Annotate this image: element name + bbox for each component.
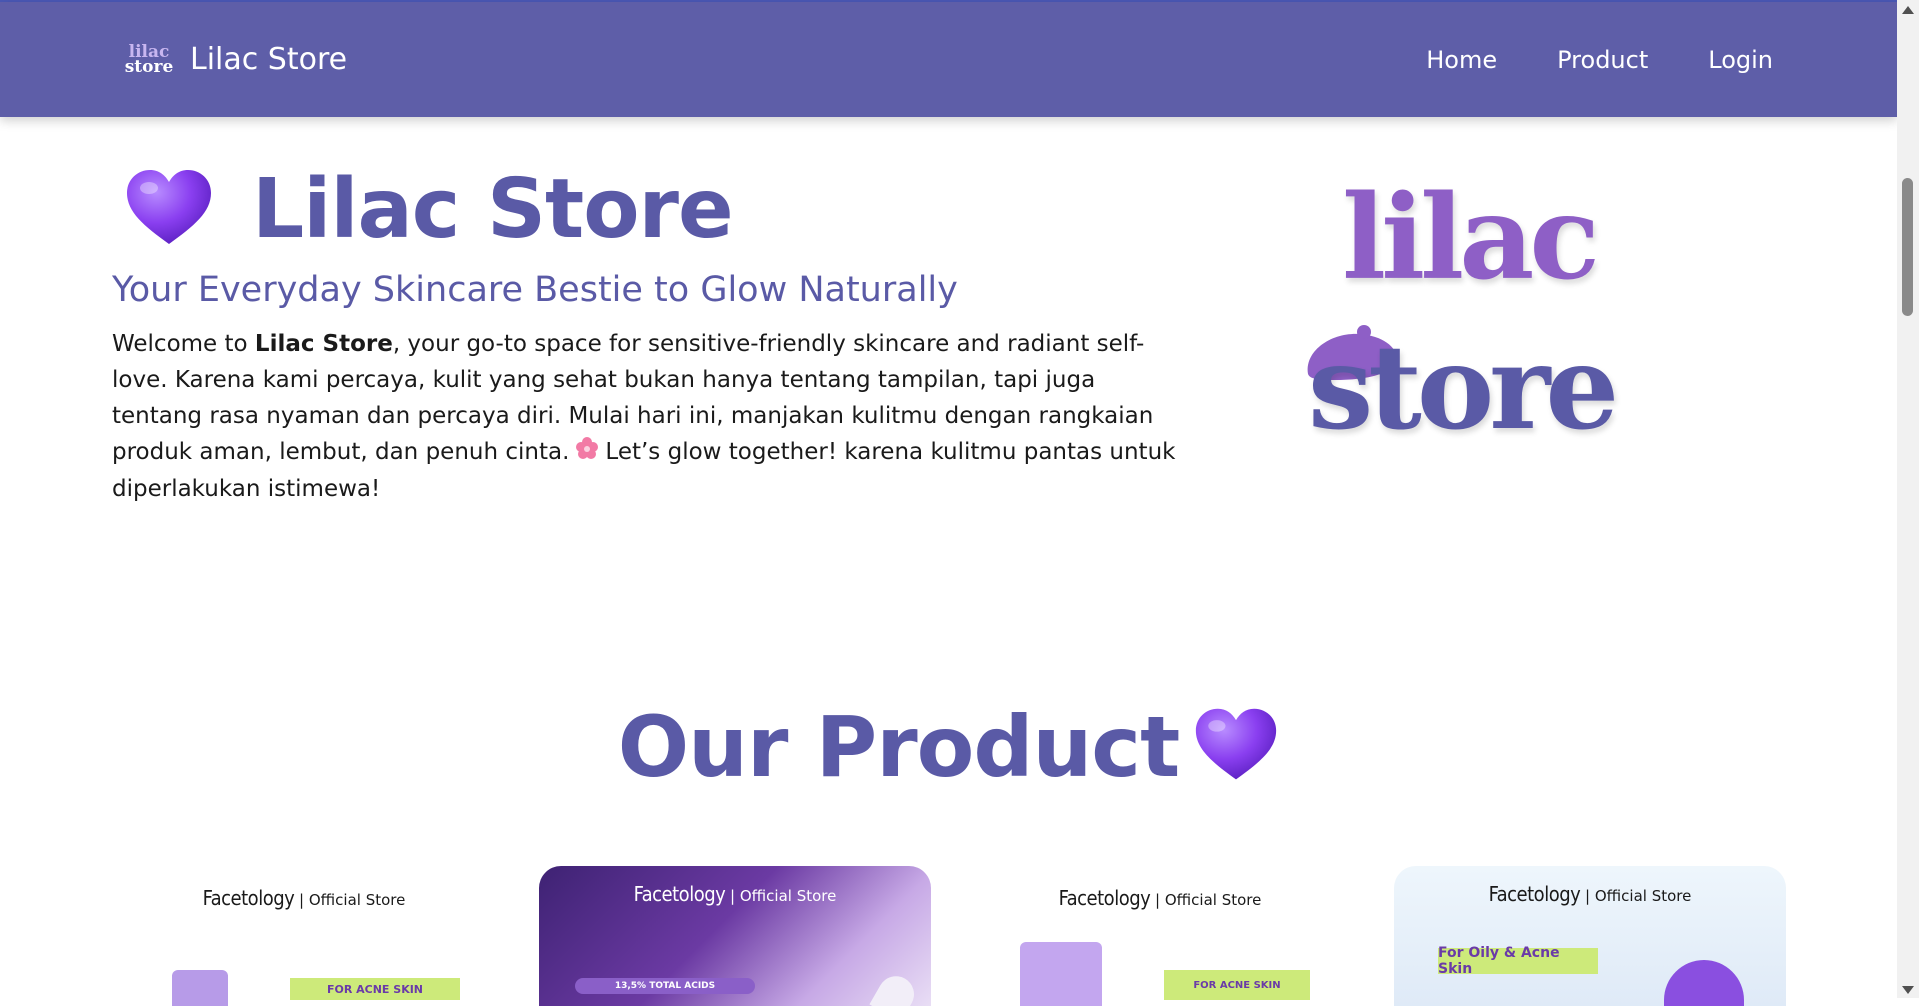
- nav-links: Home Product Login: [1366, 2, 1773, 117]
- product-card[interactable]: Facetology | Official Store FOR ACNE SKI…: [108, 866, 500, 1006]
- hero-logo: lilac store: [1288, 180, 1688, 460]
- navbar-brand[interactable]: lilac store Lilac Store: [124, 2, 347, 117]
- brand-logo-line2: store: [124, 56, 174, 77]
- product-card-brand: Facetology: [633, 882, 726, 906]
- product-card-store-line: Facetology | Official Store: [539, 882, 931, 906]
- product-card-brand: Facetology: [1488, 882, 1581, 906]
- purple-heart-icon: [1193, 706, 1279, 788]
- hero-description: Welcome to Lilac Store, your go-to space…: [112, 326, 1192, 507]
- product-card-store-line: Facetology | Official Store: [964, 886, 1356, 910]
- nav-link-home[interactable]: Home: [1426, 46, 1497, 74]
- products-title: Our Product: [617, 698, 1180, 796]
- product-image-jar: [172, 970, 228, 1006]
- hero-logo-lilac: lilac: [1342, 170, 1600, 306]
- brand-logo[interactable]: lilac store: [124, 40, 174, 80]
- product-card[interactable]: Facetology | Official Store For Oily & A…: [1394, 866, 1786, 1006]
- product-card-store-label: | Official Store: [1155, 891, 1262, 909]
- product-card-brand: Facetology: [202, 886, 295, 910]
- hero-title-row: Lilac Store: [124, 162, 734, 257]
- product-image-dropper: [869, 969, 921, 1006]
- hero-title: Lilac Store: [252, 162, 734, 257]
- hero-text-intro: Welcome to: [112, 331, 255, 357]
- product-card[interactable]: Facetology | Official Store FOR ACNE SKI…: [964, 866, 1356, 1006]
- brand-name[interactable]: Lilac Store: [190, 42, 347, 77]
- nav-link-login[interactable]: Login: [1708, 46, 1773, 74]
- scroll-down-icon[interactable]: [1902, 986, 1914, 994]
- product-card-store-line: Facetology | Official Store: [108, 886, 500, 910]
- cherry-blossom-icon: [575, 435, 599, 471]
- scrollbar-thumb[interactable]: [1902, 178, 1913, 316]
- products-title-row: Our Product: [0, 705, 1897, 789]
- product-card-tag: 13,5% TOTAL ACIDS: [575, 978, 755, 994]
- hero-text-brand: Lilac Store: [254, 331, 393, 357]
- product-image-jar: [1020, 942, 1102, 1006]
- purple-heart-icon: [124, 168, 214, 252]
- product-card-store-label: | Official Store: [299, 891, 406, 909]
- product-card-store-label: | Official Store: [730, 887, 837, 905]
- page-scrollbar[interactable]: [1897, 0, 1919, 998]
- product-card-tag: FOR ACNE SKIN: [290, 978, 460, 1000]
- product-image-bottle: [1664, 960, 1744, 1006]
- hero-logo-store: store: [1308, 320, 1619, 456]
- navbar: lilac store Lilac Store Home Product Log…: [0, 2, 1897, 117]
- nav-link-product[interactable]: Product: [1557, 46, 1648, 74]
- hero-subtitle: Your Everyday Skincare Bestie to Glow Na…: [112, 270, 958, 310]
- product-card-brand: Facetology: [1058, 886, 1151, 910]
- product-card-tag: FOR ACNE SKIN: [1164, 970, 1310, 1000]
- product-card-store-line: Facetology | Official Store: [1394, 882, 1786, 906]
- product-card[interactable]: Facetology | Official Store 13,5% TOTAL …: [539, 866, 931, 1006]
- scroll-up-icon[interactable]: [1902, 6, 1914, 14]
- product-card-tag: For Oily & Acne Skin: [1438, 945, 1598, 977]
- product-card-store-label: | Official Store: [1585, 887, 1692, 905]
